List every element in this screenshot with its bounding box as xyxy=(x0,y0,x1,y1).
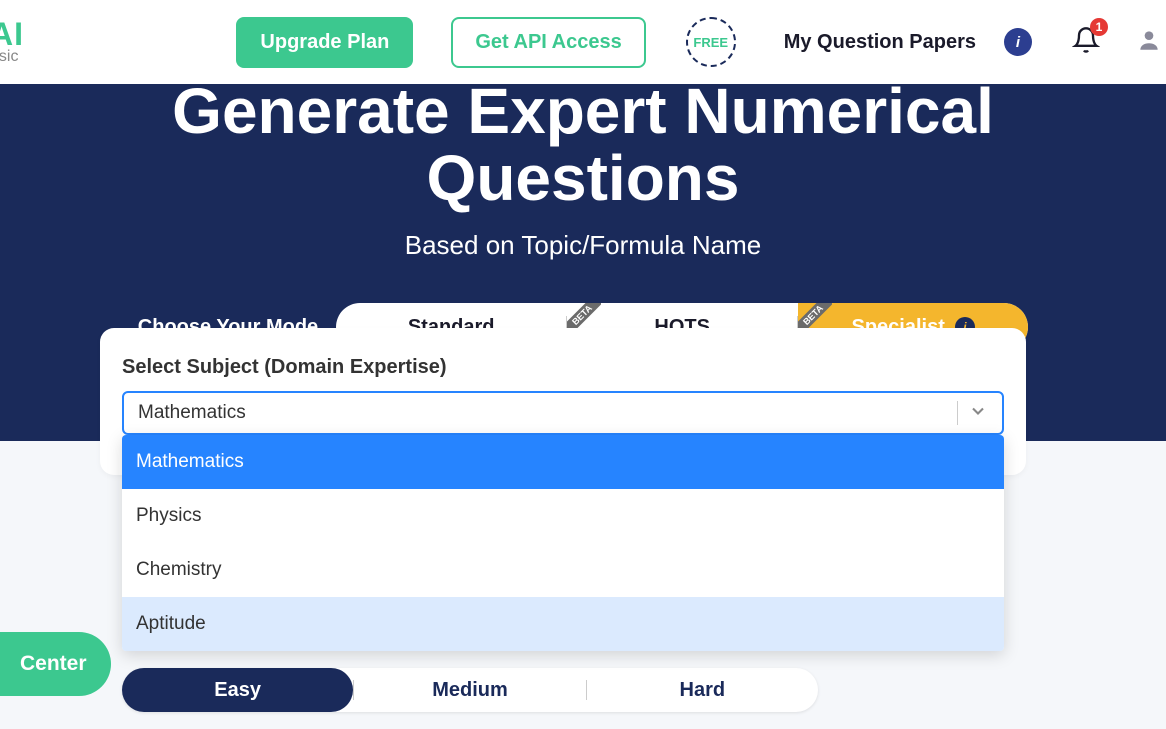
difficulty-tabs: Easy Medium Hard xyxy=(122,668,818,712)
difficulty-tab-easy[interactable]: Easy xyxy=(122,668,353,712)
help-center-button[interactable]: Center xyxy=(0,632,111,696)
subject-option-mathematics[interactable]: Mathematics xyxy=(122,435,1004,489)
subject-select[interactable]: Mathematics xyxy=(122,391,1004,435)
notification-count-badge: 1 xyxy=(1090,18,1108,36)
logo-text: AI xyxy=(0,18,24,50)
page-title: Generate Expert Numerical Questions xyxy=(0,78,1166,212)
info-icon[interactable]: i xyxy=(1004,28,1032,56)
subject-dropdown-list: Mathematics Physics Chemistry Aptitude xyxy=(122,435,1004,651)
divider xyxy=(957,401,958,425)
chevron-down-icon xyxy=(968,401,988,426)
subject-option-physics[interactable]: Physics xyxy=(122,489,1004,543)
notifications-button[interactable]: 1 xyxy=(1072,26,1100,59)
top-header: AI asic Upgrade Plan Get API Access FREE… xyxy=(0,0,1166,84)
free-badge[interactable]: FREE xyxy=(686,17,736,67)
subject-option-chemistry[interactable]: Chemistry xyxy=(122,543,1004,597)
difficulty-tab-hard[interactable]: Hard xyxy=(587,668,818,712)
user-icon xyxy=(1136,27,1162,53)
user-menu-button[interactable] xyxy=(1136,27,1162,58)
logo[interactable]: AI asic xyxy=(0,18,24,66)
subject-field-label: Select Subject (Domain Expertise) xyxy=(122,356,1004,379)
get-api-access-button[interactable]: Get API Access xyxy=(451,17,645,68)
subject-option-aptitude[interactable]: Aptitude xyxy=(122,597,1004,651)
upgrade-plan-button[interactable]: Upgrade Plan xyxy=(236,17,413,68)
logo-subtext: asic xyxy=(0,48,18,66)
my-question-papers-link[interactable]: My Question Papers xyxy=(784,31,976,54)
title-line-2: Questions xyxy=(427,142,740,214)
subject-select-value: Mathematics xyxy=(138,402,957,424)
title-line-1: Generate Expert Numerical xyxy=(172,75,994,147)
difficulty-tab-medium[interactable]: Medium xyxy=(354,668,585,712)
page-subtitle: Based on Topic/Formula Name xyxy=(0,230,1166,261)
